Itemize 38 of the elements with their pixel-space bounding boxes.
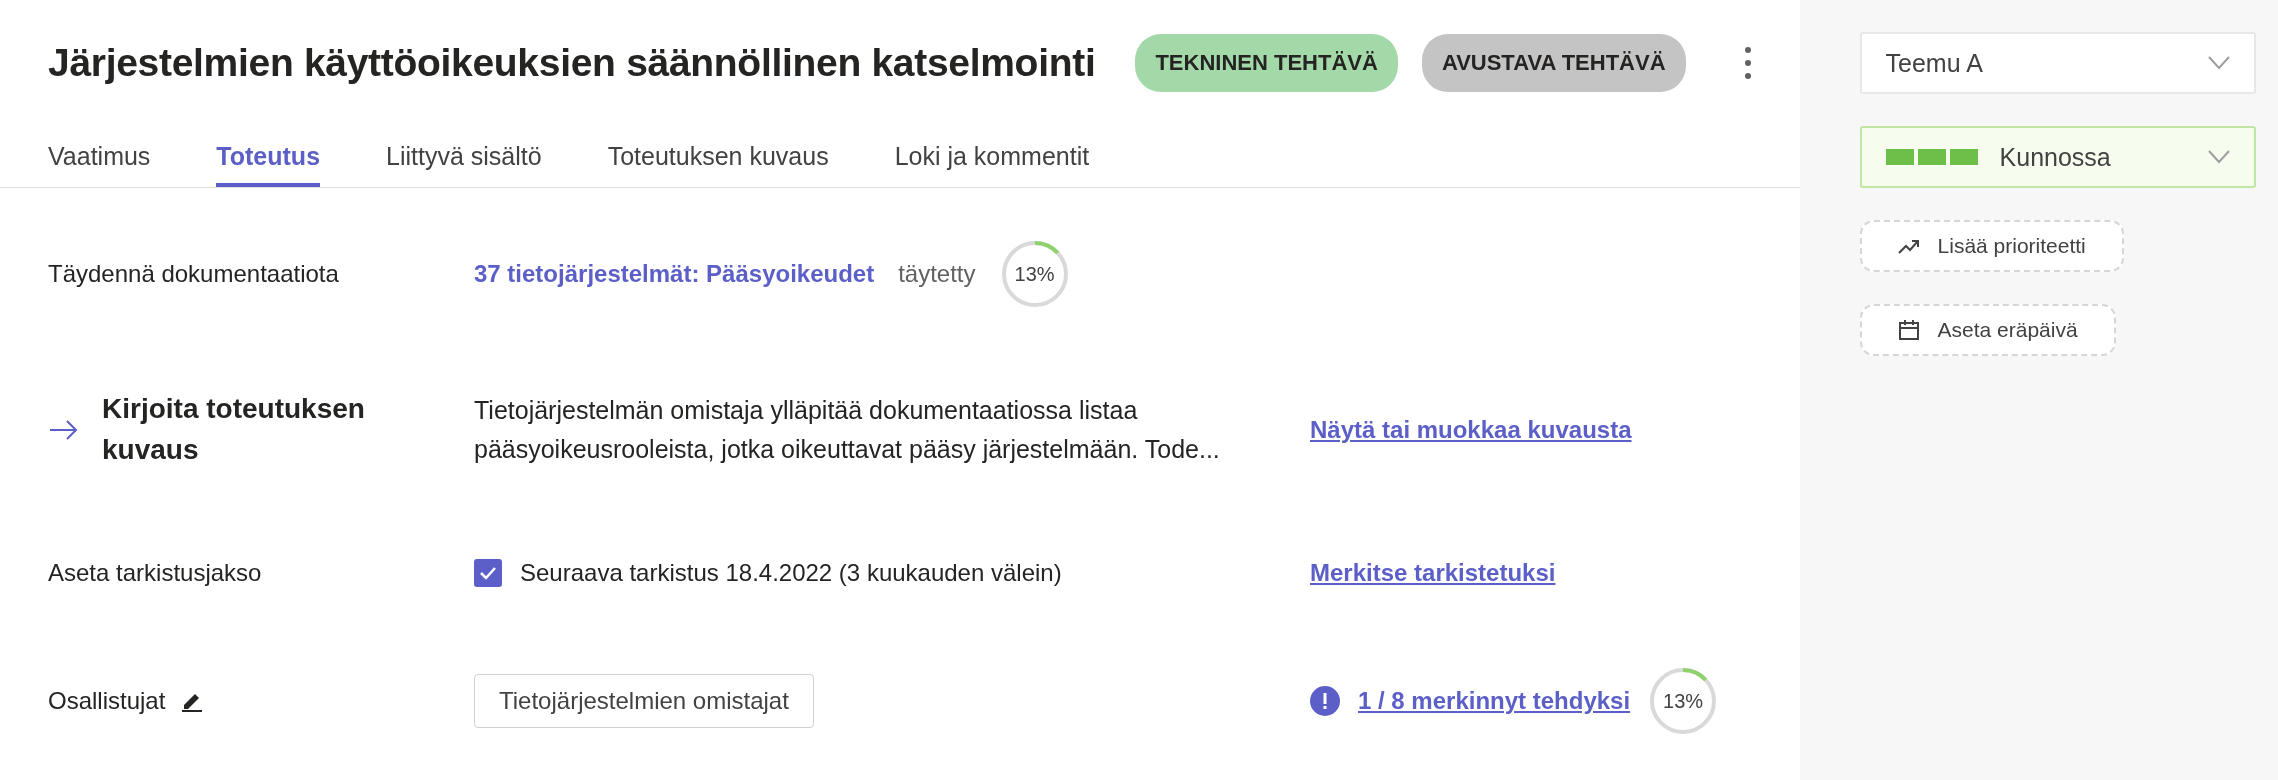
completion-link[interactable]: 1 / 8 merkinnyt tehdyksi [1358, 687, 1631, 715]
chevron-down-icon [2207, 150, 2230, 164]
progress-ring [999, 239, 1070, 309]
checkbox[interactable] [474, 559, 502, 587]
chevron-down-icon [2207, 56, 2230, 70]
mark-reviewed-link[interactable]: Merkitse tarkistetuksi [1310, 559, 1556, 587]
due-date-button[interactable]: Aseta eräpäivä [1859, 304, 2116, 356]
page-title: Järjestelmien käyttöoikeuksien säännöllinen katselmointi [48, 41, 1096, 85]
task-tag: AVUSTAVA TEHTÄVÄ [1421, 34, 1686, 92]
trend-icon [1897, 238, 1920, 254]
status-dropdown[interactable]: Kunnossa [1859, 126, 2256, 188]
tab[interactable]: Toteutus [216, 142, 321, 187]
review-text: Seuraava tarkistus 18.4.2022 (3 kuukauden välein) [520, 559, 1062, 587]
section-heading: Kirjoita toteutuksen kuvaus [102, 392, 366, 467]
more-options-icon[interactable] [1743, 46, 1752, 80]
checkmark-icon [479, 566, 497, 580]
progress-reading: 13% [1663, 689, 1704, 713]
description-text: Tietojärjestelmän omistaja ylläpitää dokumentaatiossa listaa pääsyoikeusrooleista, jotka oikeuttavat pääsy järjestelmään. Tode... [474, 395, 1221, 465]
status-text: täytetty [898, 260, 976, 288]
calendar-icon [1897, 319, 1920, 341]
task-tag: TEKNINEN TEHTÄVÄ [1135, 34, 1398, 92]
documentation-link[interactable]: 37 tietojärjestelmät: Pääsyoikeudet [474, 260, 875, 288]
exclamation-icon [1310, 686, 1340, 716]
progress-reading: 13% [1014, 262, 1055, 286]
priority-button[interactable]: Lisää prioriteetti [1859, 220, 2124, 272]
row-label: Aseta tarkistusjakso [48, 559, 262, 587]
tab[interactable]: Loki ja kommentit [894, 142, 1090, 187]
arrow-right-icon [50, 420, 78, 440]
tab[interactable]: Liittyvä sisältö [386, 142, 542, 187]
edit-description-link[interactable]: Näytä tai muokkaa kuvausta [1310, 416, 1632, 444]
participant-group: Tietojärjestelmien omistajat [474, 674, 814, 728]
row-label: Osallistujat [48, 687, 166, 715]
assignee-dropdown[interactable]: Teemu A [1859, 32, 2256, 94]
tab[interactable]: Vaatimus [48, 142, 151, 187]
tab[interactable]: Toteutuksen kuvaus [607, 142, 829, 187]
progress-ring [1648, 666, 1719, 736]
status-bars-icon [1885, 149, 1978, 165]
row-label: Täydennä dokumentaatiota [48, 260, 339, 288]
